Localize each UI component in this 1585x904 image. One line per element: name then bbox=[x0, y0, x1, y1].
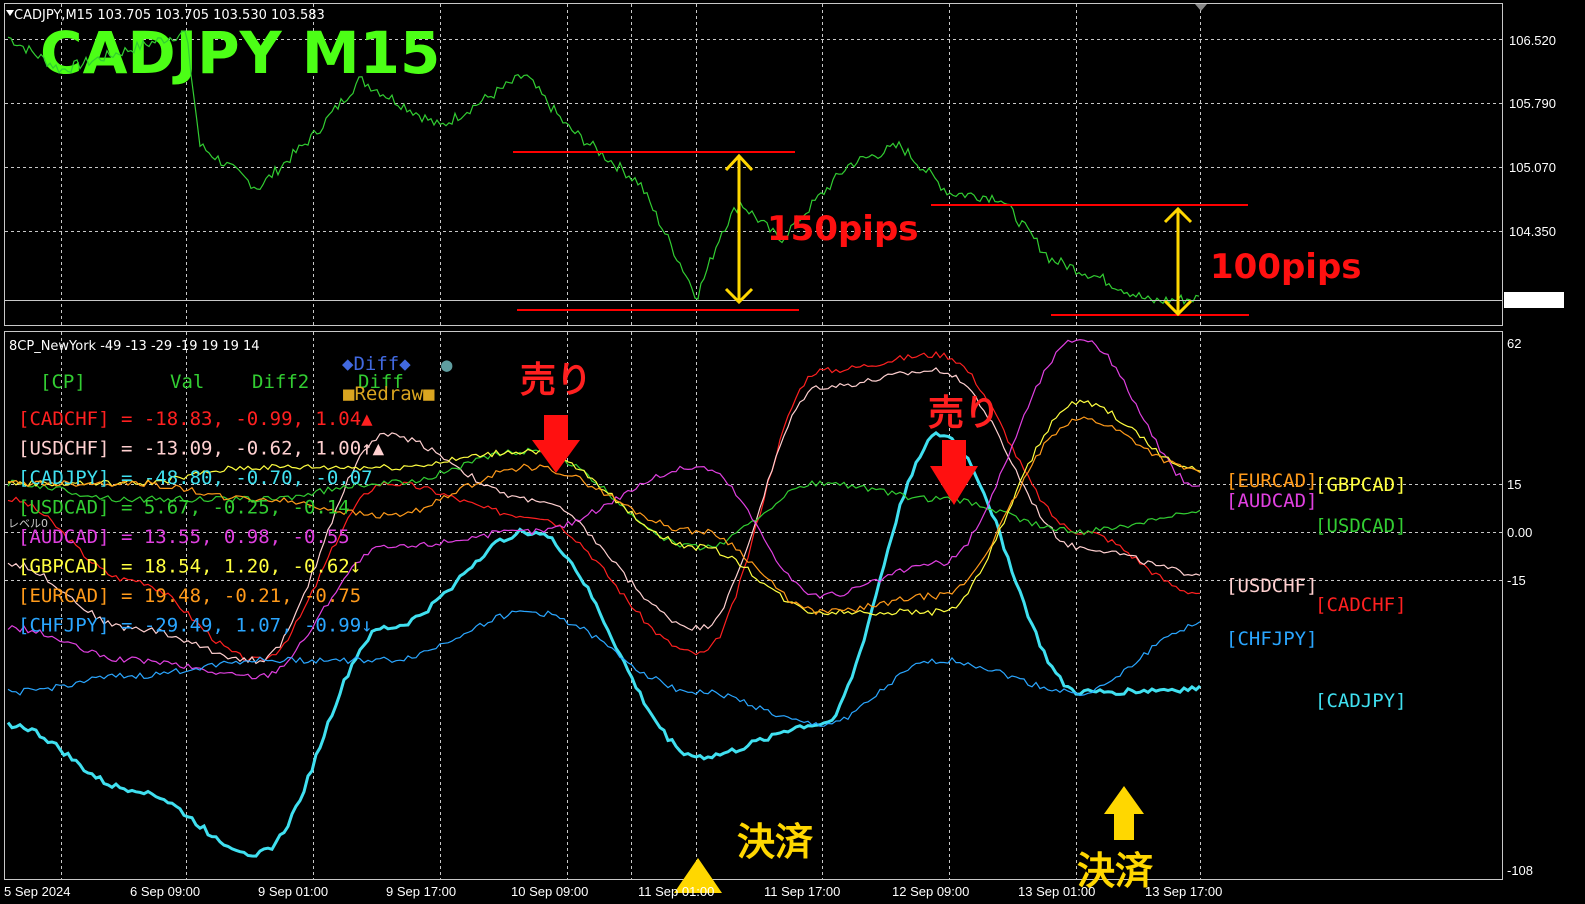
pips-150-label: 150pips bbox=[767, 209, 919, 249]
time-label-7: 12 Sep 09:00 bbox=[892, 884, 969, 899]
price-label-4: 104.350 bbox=[1509, 224, 1556, 239]
pip-range-arrow-1 bbox=[724, 153, 754, 305]
time-label-2: 9 Sep 01:00 bbox=[258, 884, 328, 899]
label-usdcad: [USDCAD] bbox=[1315, 515, 1407, 537]
time-label-5: 11 Sep 01:00 bbox=[638, 884, 714, 899]
pair-labels: [EURCAD] [GBPCAD] [AUDCAD] [USDCAD] [USD… bbox=[1226, 470, 1407, 712]
scale-bottom: -108 bbox=[1507, 863, 1533, 878]
indicator-row: [EURCAD] = 19.48, -0.21, -0.75 bbox=[18, 585, 361, 607]
price-label-3: 105.070 bbox=[1509, 160, 1556, 175]
price-axis: 106.520 105.790 105.070 104.350 103.583 bbox=[1504, 33, 1564, 308]
current-price-label: 103.583 bbox=[1509, 293, 1556, 308]
circle-button-icon[interactable]: ● bbox=[441, 354, 453, 376]
time-label-0: 5 Sep 2024 bbox=[4, 884, 71, 899]
indicator-rows: [CADCHF] = -18.83, -0.99, 1.04▲ [USDCHF] … bbox=[18, 408, 385, 637]
price-label-2: 105.790 bbox=[1509, 96, 1556, 111]
indicator-row: [USDCHF] = -13.09, -0.62, 1.00↑▲ bbox=[18, 438, 385, 460]
price-label-1: 106.520 bbox=[1509, 33, 1556, 48]
time-label-6: 11 Sep 17:00 bbox=[764, 884, 840, 899]
indicator-row: [GBPCAD] = 18.54, 1.20, -0.62↓ bbox=[18, 556, 361, 578]
pips-100-label: 100pips bbox=[1210, 247, 1362, 287]
sell-label-2: 売り bbox=[928, 393, 1000, 434]
label-cadchf: [CADCHF] bbox=[1315, 594, 1407, 616]
header-cp: [CP] bbox=[40, 371, 86, 393]
indicator-row: [CADCHF] = -18.83, -0.99, 1.04▲ bbox=[18, 408, 373, 430]
indicator-row: [USDCAD] = 5.67, -0.25, -0.14 bbox=[18, 497, 350, 519]
time-label-3: 9 Sep 17:00 bbox=[386, 884, 456, 899]
sell-arrow-icon-2 bbox=[930, 440, 978, 505]
sell-label-1: 売り bbox=[520, 360, 592, 401]
indicator-row: [CADJPY] = -48.80, -0.70, -0.07 bbox=[18, 467, 373, 489]
pip-range-arrow-2 bbox=[1163, 206, 1193, 317]
settle-arrow-icon-2 bbox=[1104, 786, 1144, 840]
chart-title: CADJPY M15 bbox=[40, 19, 440, 87]
header-diff2: Diff2 bbox=[252, 371, 309, 393]
time-marker-icon bbox=[1195, 4, 1207, 11]
indicator-axis: 62 15 0.00 -15 -108 bbox=[1507, 336, 1533, 878]
header-val: Val bbox=[170, 371, 204, 393]
label-cadjpy: [CADJPY] bbox=[1315, 690, 1407, 712]
indicator-row: [AUDCAD] = 13.55, 0.98, -0.55 bbox=[18, 526, 350, 548]
redraw-button[interactable]: ■Redraw■ bbox=[343, 383, 435, 405]
label-audcad: [AUDCAD] bbox=[1226, 490, 1318, 512]
settle-label-1: 決済 bbox=[737, 820, 814, 864]
label-usdchf: [USDCHF] bbox=[1226, 575, 1318, 597]
dropdown-arrow-icon[interactable] bbox=[6, 10, 14, 16]
indicator-table: [CP] Val Diff2 ◆Diff◆ ● Diff ■Redraw■ [C… bbox=[18, 353, 453, 637]
label-eurcad: [EURCAD] bbox=[1226, 470, 1318, 492]
scale-top: 62 bbox=[1507, 336, 1521, 351]
scale-zero: 0.00 bbox=[1507, 525, 1532, 540]
label-chfjpy: [CHFJPY] bbox=[1226, 628, 1318, 650]
indicator-header: 8CP_NewYork -49 -13 -29 -19 19 19 14 bbox=[9, 339, 260, 354]
chart-canvas: CADJPY,M15 103.705 103.705 103.530 103.5… bbox=[4, 3, 1564, 899]
time-label-9: 13 Sep 17:00 bbox=[1145, 884, 1222, 899]
scale-15: 15 bbox=[1507, 477, 1521, 492]
time-label-1: 6 Sep 09:00 bbox=[130, 884, 200, 899]
time-axis: 5 Sep 2024 6 Sep 09:00 9 Sep 01:00 9 Sep 17… bbox=[4, 884, 1222, 899]
time-label-8: 13 Sep 01:00 bbox=[1018, 884, 1095, 899]
time-label-4: 10 Sep 09:00 bbox=[511, 884, 588, 899]
label-gbpcad: [GBPCAD] bbox=[1315, 474, 1407, 496]
indicator-row: [CHFJPY] = -29.49, 1.07, -0.99↓ bbox=[18, 615, 373, 637]
scale-minus15: -15 bbox=[1507, 573, 1526, 588]
